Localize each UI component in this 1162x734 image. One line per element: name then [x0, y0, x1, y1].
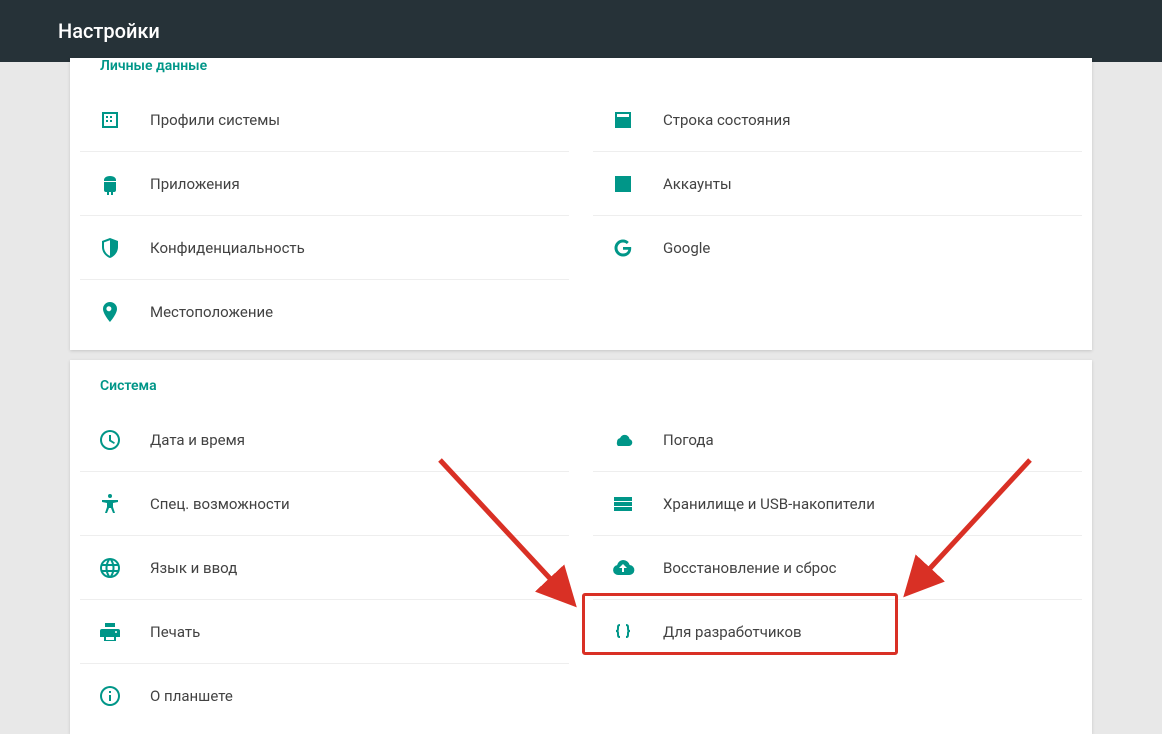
- item-developer[interactable]: Для разработчиков: [593, 600, 1082, 664]
- item-location[interactable]: Местоположение: [80, 280, 569, 344]
- printer-icon: [98, 620, 122, 644]
- item-label: Спец. возможности: [150, 495, 290, 513]
- item-label: Местоположение: [150, 303, 273, 321]
- item-label: Конфиденциальность: [150, 239, 305, 257]
- item-datetime[interactable]: Дата и время: [80, 408, 569, 472]
- item-language[interactable]: Язык и ввод: [80, 536, 569, 600]
- item-profiles[interactable]: Профили системы: [80, 88, 569, 152]
- item-label: Профили системы: [150, 111, 280, 129]
- item-statusbar[interactable]: Строка состояния: [593, 88, 1082, 152]
- app-header: Настройки: [0, 0, 1162, 62]
- globe-icon: [98, 556, 122, 580]
- item-label: Приложения: [150, 175, 240, 193]
- section-title-system: Система: [70, 360, 1092, 408]
- item-apps[interactable]: Приложения: [80, 152, 569, 216]
- item-about[interactable]: О планшете: [80, 664, 569, 728]
- item-accounts[interactable]: Аккаунты: [593, 152, 1082, 216]
- braces-icon: [611, 620, 635, 644]
- android-icon: [98, 172, 122, 196]
- item-print[interactable]: Печать: [80, 600, 569, 664]
- item-label: Дата и время: [150, 431, 245, 449]
- weather-icon: [611, 428, 635, 452]
- item-label: Печать: [150, 623, 200, 641]
- item-google[interactable]: Google: [593, 216, 1082, 280]
- profiles-icon: [98, 108, 122, 132]
- item-label: Аккаунты: [663, 175, 732, 193]
- section-title-personal: Личные данные: [70, 58, 1092, 88]
- card-system: Система Дата и время Спец. возможности Я…: [70, 360, 1092, 734]
- item-label: О планшете: [150, 687, 233, 705]
- storage-icon: [611, 492, 635, 516]
- item-label: Погода: [663, 431, 714, 449]
- clock-icon: [98, 428, 122, 452]
- statusbar-icon: [611, 108, 635, 132]
- item-storage[interactable]: Хранилище и USB-накопители: [593, 472, 1082, 536]
- google-icon: [611, 236, 635, 260]
- item-weather[interactable]: Погода: [593, 408, 1082, 472]
- item-label: Восстановление и сброс: [663, 559, 836, 577]
- location-icon: [98, 300, 122, 324]
- page-title: Настройки: [58, 19, 160, 43]
- item-label: Для разработчиков: [663, 623, 802, 641]
- backup-icon: [611, 556, 635, 580]
- item-privacy[interactable]: Конфиденциальность: [80, 216, 569, 280]
- item-label: Строка состояния: [663, 111, 790, 129]
- item-accessibility[interactable]: Спец. возможности: [80, 472, 569, 536]
- accessibility-icon: [98, 492, 122, 516]
- info-icon: [98, 684, 122, 708]
- item-label: Язык и ввод: [150, 559, 237, 577]
- item-label: Хранилище и USB-накопители: [663, 495, 875, 513]
- card-personal: Личные данные Профили системы Приложения…: [70, 58, 1092, 350]
- shield-icon: [98, 236, 122, 260]
- item-backup[interactable]: Восстановление и сброс: [593, 536, 1082, 600]
- item-label: Google: [663, 239, 710, 257]
- account-icon: [611, 172, 635, 196]
